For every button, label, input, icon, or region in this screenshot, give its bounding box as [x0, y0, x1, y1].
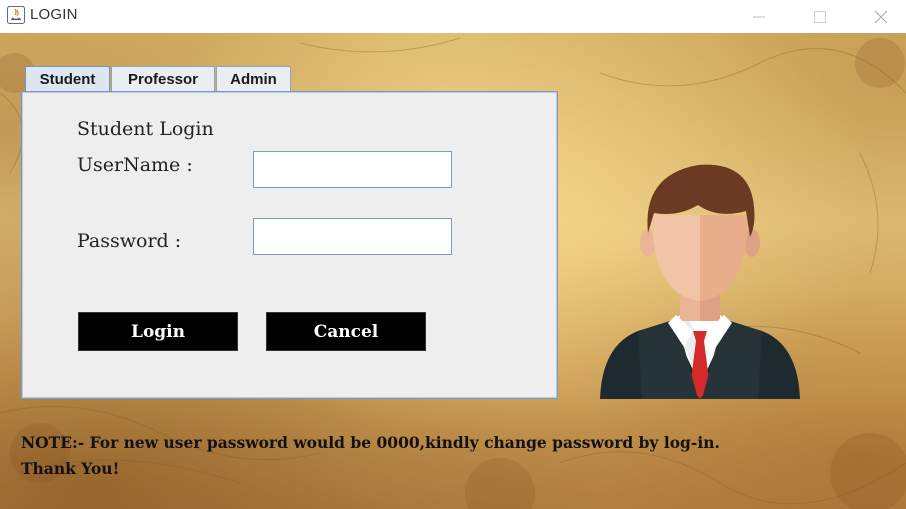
note-line-1: NOTE:- For new user password would be 00…	[21, 433, 720, 452]
minimize-icon[interactable]	[736, 0, 782, 33]
note-line-2: Thank You!	[21, 459, 120, 478]
window-title: LOGIN	[30, 6, 78, 23]
login-button[interactable]: Login	[78, 312, 238, 351]
password-label: Password :	[77, 230, 182, 252]
close-icon[interactable]	[858, 0, 904, 33]
tab-student[interactable]: Student	[25, 66, 110, 92]
title-bar: LOGIN	[0, 0, 906, 33]
note-text: NOTE:- For new user password would be 00…	[21, 430, 720, 482]
student-login-panel: Student Login UserName : Password : Logi…	[21, 91, 558, 399]
form-heading: Student Login	[77, 118, 214, 140]
username-label: UserName :	[77, 154, 193, 176]
java-app-icon	[7, 6, 25, 24]
maximize-icon[interactable]	[797, 0, 843, 33]
user-avatar-illustration	[598, 155, 802, 401]
username-input[interactable]	[253, 151, 452, 188]
cancel-button[interactable]: Cancel	[266, 312, 426, 351]
tab-admin[interactable]: Admin	[216, 66, 291, 91]
password-input[interactable]	[253, 218, 452, 255]
tab-professor[interactable]: Professor	[111, 66, 215, 91]
